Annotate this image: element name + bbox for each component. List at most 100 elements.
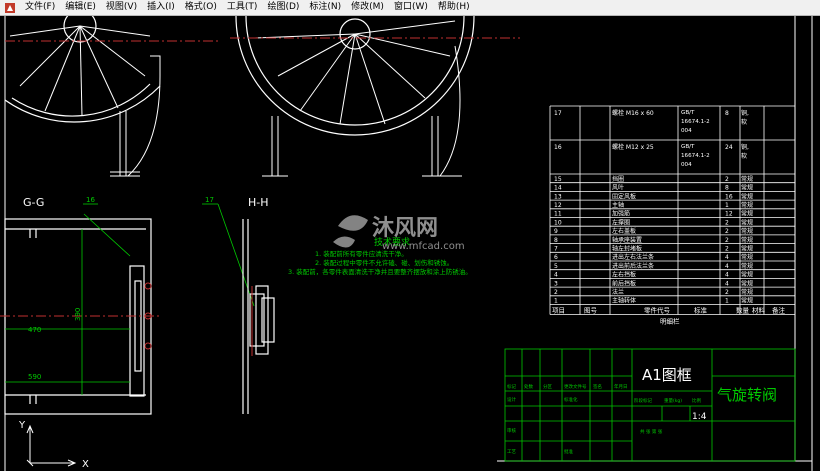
menu-draw[interactable]: 绘图(D) [262,0,304,15]
bom-row-no: 7 [554,246,558,253]
bom-row-qty: 2 [725,246,729,253]
ucs-icon [26,424,77,467]
view-label-gg: G-G [23,196,44,209]
dimension-390: 390 [74,308,82,321]
bom-row-mat: 常规 [741,218,753,226]
bom-row-no: 11 [554,211,562,218]
bom-row-no: 17 [554,110,562,117]
bom-header-no: 项目 [552,307,565,315]
bom-row-no: 4 [554,272,558,279]
bom-row-name: 左右挡板 [612,271,636,279]
bom-row-no: 8 [554,237,558,244]
view-label-hh: H-H [248,196,269,209]
menu-file[interactable]: 文件(F) [20,0,60,15]
tb-sign: 签名 [593,383,602,390]
bom-row-mat: 软 [741,118,747,126]
menu-dimension[interactable]: 标注(N) [304,0,346,15]
bom-row-mat: 常规 [741,279,753,287]
bom-row-mat: 常规 [741,201,753,209]
app-icon[interactable] [4,2,16,14]
bom-row-mat: 常规 [741,227,753,235]
bom-row-mat: 常规 [741,210,753,218]
menu-tools[interactable]: 工具(T) [222,0,263,15]
bom-row-name: 螺栓 M12 x 25 [612,143,654,151]
bom-row-mat: 常规 [741,288,753,296]
menu-view[interactable]: 视图(V) [101,0,142,15]
frame-label: A1图框 [642,366,692,384]
tb-stage: 阶段标记 [634,397,652,404]
bom-row-mat: 常规 [741,192,753,200]
ucs-x-label: X [82,459,89,470]
drawing-name: 气旋转阀 [717,386,777,404]
bom-row-no: 13 [554,193,562,200]
bom-row-no: 6 [554,254,558,261]
bom-row-std: 004 [681,162,692,168]
bom-row-name: 主轴转体 [612,297,636,305]
bom-row-qty: 16 [725,193,733,200]
bom-row-qty: 24 [725,144,733,151]
bom-row-qty: 4 [725,263,729,270]
tb-sheet: 共 张 第 张 [640,428,663,435]
tb-change-doc: 更改文件号 [564,383,587,390]
watermark-brand: 沐风网 [372,216,438,241]
ucs-y-label: Y [18,420,26,431]
tb-designer: 设计 [507,396,516,403]
bom-row-qty: 8 [725,110,729,117]
bom-row-std: 16674.1-2 [681,153,710,159]
menu-window[interactable]: 窗口(W) [389,0,433,15]
tb-standardize: 标准化 [564,396,578,403]
dimension-470: 470 [28,326,41,334]
bom-row-no: 3 [554,280,558,287]
section-view-hh: H-H 17 [202,196,275,414]
menu-edit[interactable]: 编辑(E) [60,0,101,15]
bom-footer: 明细栏 [660,317,680,326]
menu-help[interactable]: 帮助(H) [433,0,475,15]
tb-process: 工艺 [507,449,516,455]
tb-zone: 分区 [543,383,552,390]
tb-weight: 重量(kg) [664,397,682,404]
bom-row-qty: 2 [725,289,729,296]
bom-row-name: 挡圈 [612,175,624,183]
impeller-view-right [230,16,520,177]
bom-row-mat: 常规 [741,245,753,253]
bom-row-mat: 常规 [741,271,753,279]
bom-row-name: 螺栓 M16 x 60 [612,109,654,117]
bom-header-mat: 材料 [752,306,766,315]
bom-row-qty: 2 [725,219,729,226]
bom-row-std: 16674.1-2 [681,119,710,125]
bom-row-qty: 1 [725,298,729,305]
bom-row-name: 进出左右法兰条 [612,253,654,261]
bom-row-no: 14 [554,185,562,192]
dimension-590: 590 [28,373,41,381]
bom-row-mat: 常规 [741,184,753,192]
bom-row-no: 12 [554,202,562,209]
drawing-canvas[interactable]: G-G 470 590 390 16 H-H 17 技术要求 1. 装配前所有零… [0,16,820,471]
bom-row-std: GB/T [681,110,695,116]
bom-row-name: 固定风板 [612,192,636,200]
tech-req-line-3: 3. 装配前，各零件表面清洗干净并且要整齐摆放和涂上防锈油。 [288,267,472,276]
menu-insert[interactable]: 插入(I) [142,0,180,15]
title-block: A1图框 气旋转阀 1:4 标记 处数 分区 更改文件号 签名 年月日 设计 标… [504,348,796,462]
bom-row-mat: 常规 [741,175,753,183]
bom-row-no: 16 [554,144,562,151]
scale-value: 1:4 [692,412,707,422]
balloon-17: 17 [205,196,214,204]
bom-table: 17 螺栓 M16 x 60 GB/T16674.1-2004铜,软816 螺栓 M1… [549,105,796,326]
watermark-url: www.mfcad.com [382,241,465,252]
tech-req-line-2: 2. 装配过程中零件不允许磕、碰、划伤和锈蚀。 [315,258,453,267]
bom-row-name: 法兰 [612,288,624,296]
bom-row-name: 前后挡板 [612,279,636,287]
bom-row-qty: 2 [725,237,729,244]
tb-review: 审核 [507,427,516,434]
bom-header-code: 图号 [584,307,598,315]
menu-format[interactable]: 格式(O) [180,0,222,15]
bom-row-std: GB/T [681,144,695,150]
bom-row-no: 1 [554,298,558,305]
bom-row-name: 左撑圈 [612,218,630,226]
bom-row-mat: 软 [741,152,747,160]
bom-row-mat: 常规 [741,253,753,261]
bom-row-mat: 常规 [741,297,753,305]
balloon-16: 16 [86,196,95,204]
bom-row-mat: 铜, [741,109,749,117]
menu-modify[interactable]: 修改(M) [346,0,389,15]
